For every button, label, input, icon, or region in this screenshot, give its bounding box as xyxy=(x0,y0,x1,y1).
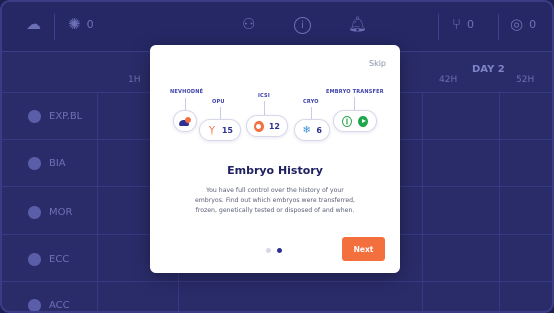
timeline-label-icsi: ICSI xyxy=(258,93,270,99)
bell-icon: 🔔︎ xyxy=(348,15,368,33)
timeline-label-nevhodne: NEVHODNÉ xyxy=(170,89,204,95)
counter-right-2[interactable]: ◎ 0 xyxy=(510,17,536,32)
user-icon: ⚇ xyxy=(242,15,256,33)
transfer-icon: ǁ xyxy=(342,115,353,127)
row-icon xyxy=(28,299,41,311)
column-header: 1H xyxy=(128,75,141,85)
timeline-connector xyxy=(311,107,312,119)
notifications-button[interactable]: 🔔︎ xyxy=(348,17,367,32)
timeline-label-cryo: CRYO xyxy=(303,99,319,105)
timeline-connector xyxy=(220,107,221,119)
icsi-icon xyxy=(254,120,264,132)
next-button[interactable]: Next xyxy=(342,237,385,261)
play-icon xyxy=(358,115,368,127)
onboarding-modal: Skip NEVHODNÉ OPU Ỵ 15 ICSI 12 CRYO ❄ 6 … xyxy=(150,45,400,273)
timeline-step-nevhodne xyxy=(173,110,197,132)
row-label[interactable]: MOR xyxy=(28,206,72,219)
row-label-text: ACC xyxy=(49,300,70,311)
cryo-count: 6 xyxy=(316,125,322,135)
info-button[interactable]: i xyxy=(294,17,311,34)
row-label[interactable]: ACC xyxy=(28,299,70,311)
row-label[interactable]: EXP.BL xyxy=(28,110,82,123)
divider xyxy=(54,14,55,40)
row-label-text: MOR xyxy=(49,207,73,218)
info-icon: i xyxy=(294,17,311,34)
skip-link[interactable]: Skip xyxy=(369,59,386,68)
opu-count: 15 xyxy=(221,125,233,135)
timeline-step-icsi: 12 xyxy=(246,115,288,137)
day-header: DAY 2 xyxy=(472,64,505,75)
timeline-step-opu: Ỵ 15 xyxy=(199,119,241,141)
snowflake-icon: ❄ xyxy=(302,124,311,136)
cloud-status[interactable]: ☁ xyxy=(26,17,41,32)
pagination-dots xyxy=(266,248,282,253)
row-label[interactable]: ECC xyxy=(28,253,69,266)
divider xyxy=(438,14,439,40)
page-dot[interactable] xyxy=(266,248,271,253)
divider xyxy=(498,14,499,40)
row-icon xyxy=(28,206,41,219)
timeline-step-cryo: ❄ 6 xyxy=(294,119,330,141)
column-header: 42H xyxy=(439,75,458,85)
grid-line xyxy=(422,92,423,311)
modal-description: You have full control over the history o… xyxy=(194,187,356,214)
counter-right-1[interactable]: ⑂ 0 xyxy=(452,17,474,32)
opu-icon: Ỵ xyxy=(208,124,215,136)
row-label-text: ECC xyxy=(49,254,70,265)
cloud-icon: ☁ xyxy=(26,15,41,33)
embryo-icon: ✺ xyxy=(68,15,81,33)
timeline-connector xyxy=(354,97,355,110)
counter-right-2-value: 0 xyxy=(529,18,537,31)
row-label[interactable]: BIA xyxy=(28,157,66,170)
timeline-label-transfer: EMBRYO TRANSFER xyxy=(326,89,384,95)
grid-line xyxy=(499,92,500,311)
counter-left[interactable]: ✺ 0 xyxy=(68,17,94,32)
row-label-text: BIA xyxy=(49,158,66,169)
row-label-text: EXP.BL xyxy=(49,111,83,122)
target-icon: ◎ xyxy=(510,15,524,33)
discard-icon xyxy=(179,116,191,126)
timeline-connector xyxy=(264,101,265,115)
row-icon xyxy=(28,157,41,170)
icsi-count: 12 xyxy=(268,121,280,131)
timeline-label-opu: OPU xyxy=(212,99,225,105)
counter-right-1-value: 0 xyxy=(467,18,475,31)
page-dot-active[interactable] xyxy=(277,248,282,253)
modal-title: Embryo History xyxy=(227,164,323,177)
row-icon xyxy=(28,110,41,123)
column-header: 52H xyxy=(516,75,535,85)
grid-line xyxy=(97,92,98,311)
counter-left-value: 0 xyxy=(86,18,94,31)
timeline-connector xyxy=(185,98,186,110)
fork-icon: ⑂ xyxy=(452,15,462,33)
timeline-step-transfer: ǁ xyxy=(333,110,377,132)
row-icon xyxy=(28,253,41,266)
grid-line xyxy=(2,281,552,282)
user-button[interactable]: ⚇ xyxy=(242,17,255,32)
